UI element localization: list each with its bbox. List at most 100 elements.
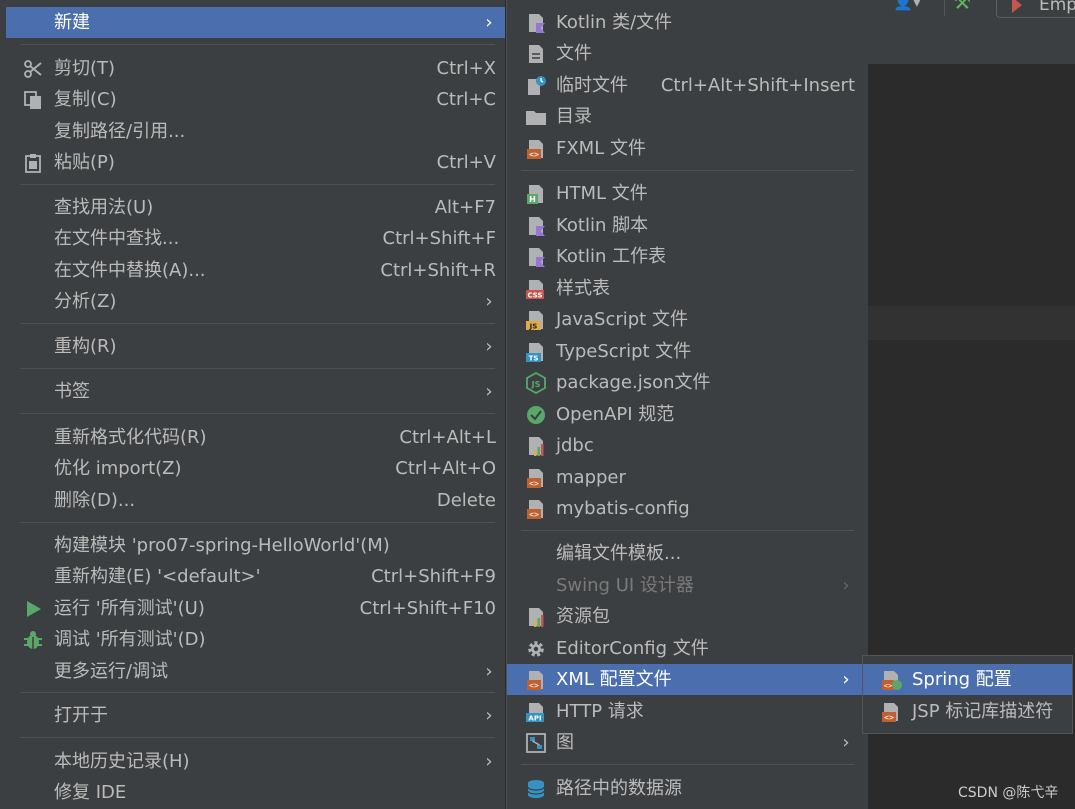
new-item-kotlin-script[interactable]: Kotlin 脚本 bbox=[507, 210, 868, 241]
new-item-scratch-file[interactable]: 临时文件 Ctrl+Alt+Shift+Insert bbox=[507, 70, 868, 101]
menu-separator bbox=[20, 44, 495, 45]
css-file-icon: CSS bbox=[525, 278, 547, 300]
new-item-fxml[interactable]: <> FXML 文件 bbox=[507, 133, 868, 164]
new-item-file[interactable]: 文件 bbox=[507, 38, 868, 69]
xml-file-icon: <> bbox=[525, 467, 547, 489]
new-item-data-sources-in-path[interactable]: 路径中的数据源 bbox=[507, 773, 868, 804]
new-item-package-json[interactable]: JS package.json文件 bbox=[507, 367, 868, 398]
menu-item-bookmarks[interactable]: 书签 › bbox=[6, 376, 505, 407]
clipboard-icon bbox=[22, 152, 44, 174]
menu-separator bbox=[521, 764, 854, 765]
new-item-edit-templates[interactable]: 编辑文件模板... bbox=[507, 538, 868, 569]
xml-config-submenu: <> Spring 配置 <> JSP 标记库描述符 bbox=[862, 655, 1073, 734]
menu-item-more-run-debug[interactable]: 更多运行/调试 › bbox=[6, 656, 505, 687]
menu-item-label: 临时文件 bbox=[556, 75, 628, 96]
menu-item-refactor[interactable]: 重构(R) › bbox=[6, 331, 505, 362]
menu-item-debug-all-tests[interactable]: 调试 '所有测试'(D) bbox=[6, 624, 505, 655]
build-hammer-icon[interactable]: ⚒ bbox=[953, 0, 971, 14]
svg-text:<>: <> bbox=[884, 713, 894, 722]
menu-item-shortcut: Ctrl+Alt+O bbox=[395, 458, 496, 479]
new-item-editorconfig[interactable]: EditorConfig 文件 bbox=[507, 633, 868, 664]
database-icon bbox=[525, 778, 547, 800]
svg-text:<>: <> bbox=[529, 479, 539, 488]
menu-item-label: JavaScript 文件 bbox=[556, 309, 688, 330]
menu-item-find-usages[interactable]: 查找用法(U) Alt+F7 bbox=[6, 192, 505, 223]
menu-separator bbox=[20, 522, 495, 523]
new-item-resource-bundle[interactable]: 资源包 bbox=[507, 601, 868, 632]
new-item-directory[interactable]: 目录 bbox=[507, 101, 868, 132]
menu-item-label: 新建 bbox=[54, 12, 90, 33]
new-item-stylesheet[interactable]: CSS 样式表 bbox=[507, 273, 868, 304]
svg-text:H: H bbox=[529, 195, 536, 204]
menu-item-label: TypeScript 文件 bbox=[556, 341, 692, 362]
xml-item-jsp-taglib[interactable]: <> JSP 标记库描述符 bbox=[863, 696, 1072, 727]
menu-item-label: Kotlin 工作表 bbox=[556, 246, 667, 267]
submenu-arrow-icon: › bbox=[485, 705, 493, 726]
new-item-openapi[interactable]: OpenAPI 规范 bbox=[507, 399, 868, 430]
copy-icon bbox=[22, 89, 44, 111]
file-icon bbox=[525, 43, 547, 65]
menu-item-shortcut: Delete bbox=[436, 490, 496, 511]
run-config-label: Emp bbox=[1039, 0, 1075, 15]
menu-item-optimize-imports[interactable]: 优化 import(Z) Ctrl+Alt+O bbox=[6, 453, 505, 484]
new-item-mybatis-config[interactable]: <> mybatis-config bbox=[507, 493, 868, 524]
new-item-kotlin-class[interactable]: Kotlin 类/文件 bbox=[507, 7, 868, 38]
run-play-icon bbox=[22, 598, 44, 620]
folder-icon bbox=[525, 106, 547, 128]
svg-text:<>: <> bbox=[529, 150, 539, 159]
menu-item-shortcut: Ctrl+Alt+L bbox=[399, 427, 496, 448]
new-item-javascript[interactable]: JS JavaScript 文件 bbox=[507, 304, 868, 335]
submenu-arrow-icon: › bbox=[485, 336, 493, 357]
menu-item-analyze[interactable]: 分析(Z) › bbox=[6, 286, 505, 317]
menu-item-find-in-files[interactable]: 在文件中查找... Ctrl+Shift+F bbox=[6, 223, 505, 254]
menu-item-copy[interactable]: 复制(C) Ctrl+C bbox=[6, 84, 505, 115]
html-file-icon: H bbox=[525, 183, 547, 205]
menu-item-shortcut: Ctrl+Shift+F9 bbox=[371, 566, 496, 587]
menu-item-replace-in-files[interactable]: 在文件中替换(A)... Ctrl+Shift+R bbox=[6, 255, 505, 286]
menu-item-build-module[interactable]: 构建模块 'pro07-spring-HelloWorld'(M) bbox=[6, 530, 505, 561]
js-file-icon: JS bbox=[525, 309, 547, 331]
new-item-typescript[interactable]: TS TypeScript 文件 bbox=[507, 336, 868, 367]
menu-item-new[interactable]: 新建 › bbox=[6, 7, 505, 38]
xml-item-spring-config[interactable]: <> Spring 配置 bbox=[863, 664, 1072, 695]
menu-item-run-all-tests[interactable]: 运行 '所有测试'(U) Ctrl+Shift+F10 bbox=[6, 593, 505, 624]
new-item-html[interactable]: H HTML 文件 bbox=[507, 178, 868, 209]
new-item-mapper[interactable]: <> mapper bbox=[507, 462, 868, 493]
menu-separator bbox=[521, 530, 854, 531]
menu-item-label: XML 配置文件 bbox=[556, 669, 672, 690]
menu-item-label: 更多运行/调试 bbox=[54, 661, 169, 682]
debug-bug-icon bbox=[22, 629, 44, 651]
menu-item-label: mybatis-config bbox=[556, 498, 690, 519]
new-item-http-request[interactable]: API HTTP 请求 bbox=[507, 696, 868, 727]
svg-text:CSS: CSS bbox=[527, 292, 542, 300]
submenu-arrow-icon: › bbox=[485, 381, 493, 402]
properties-file-icon bbox=[525, 435, 547, 457]
api-file-icon: API bbox=[525, 701, 547, 723]
new-item-diagram[interactable]: 图 › bbox=[507, 727, 868, 758]
menu-item-label: 运行 '所有测试'(U) bbox=[54, 598, 205, 619]
menu-item-label: 路径中的数据源 bbox=[556, 778, 682, 799]
new-item-jdbc[interactable]: jdbc bbox=[507, 430, 868, 461]
menu-item-reformat-code[interactable]: 重新格式化代码(R) Ctrl+Alt+L bbox=[6, 422, 505, 453]
submenu-arrow-icon: › bbox=[485, 661, 493, 682]
menu-item-paste[interactable]: 粘贴(P) Ctrl+V bbox=[6, 147, 505, 178]
xml-file-icon: <> bbox=[525, 669, 547, 691]
new-item-xml-config[interactable]: <> XML 配置文件 › bbox=[507, 664, 868, 695]
new-item-swing-ui-designer: Swing UI 设计器 › bbox=[507, 570, 868, 601]
menu-item-copy-path[interactable]: 复制路径/引用... bbox=[6, 116, 505, 147]
menu-item-label: Kotlin 类/文件 bbox=[556, 12, 673, 33]
run-config-selector[interactable]: Emp bbox=[996, 0, 1075, 18]
menu-item-local-history[interactable]: 本地历史记录(H) › bbox=[6, 746, 505, 777]
submenu-arrow-icon: › bbox=[842, 669, 850, 690]
user-icon[interactable]: 👤▾ bbox=[893, 0, 933, 11]
kotlin-worksheet-icon bbox=[525, 246, 547, 268]
menu-item-label: 样式表 bbox=[556, 278, 610, 299]
menu-item-shortcut: Ctrl+Shift+F10 bbox=[359, 598, 496, 619]
new-item-kotlin-worksheet[interactable]: Kotlin 工作表 bbox=[507, 241, 868, 272]
menu-item-rebuild[interactable]: 重新构建(E) '<default>' Ctrl+Shift+F9 bbox=[6, 561, 505, 592]
menu-item-cut[interactable]: 剪切(T) Ctrl+X bbox=[6, 53, 505, 84]
menu-item-label: HTML 文件 bbox=[556, 183, 648, 204]
menu-item-repair-ide[interactable]: 修复 IDE bbox=[6, 777, 505, 808]
menu-item-delete[interactable]: 删除(D)... Delete bbox=[6, 485, 505, 516]
menu-item-open-in[interactable]: 打开于 › bbox=[6, 700, 505, 731]
